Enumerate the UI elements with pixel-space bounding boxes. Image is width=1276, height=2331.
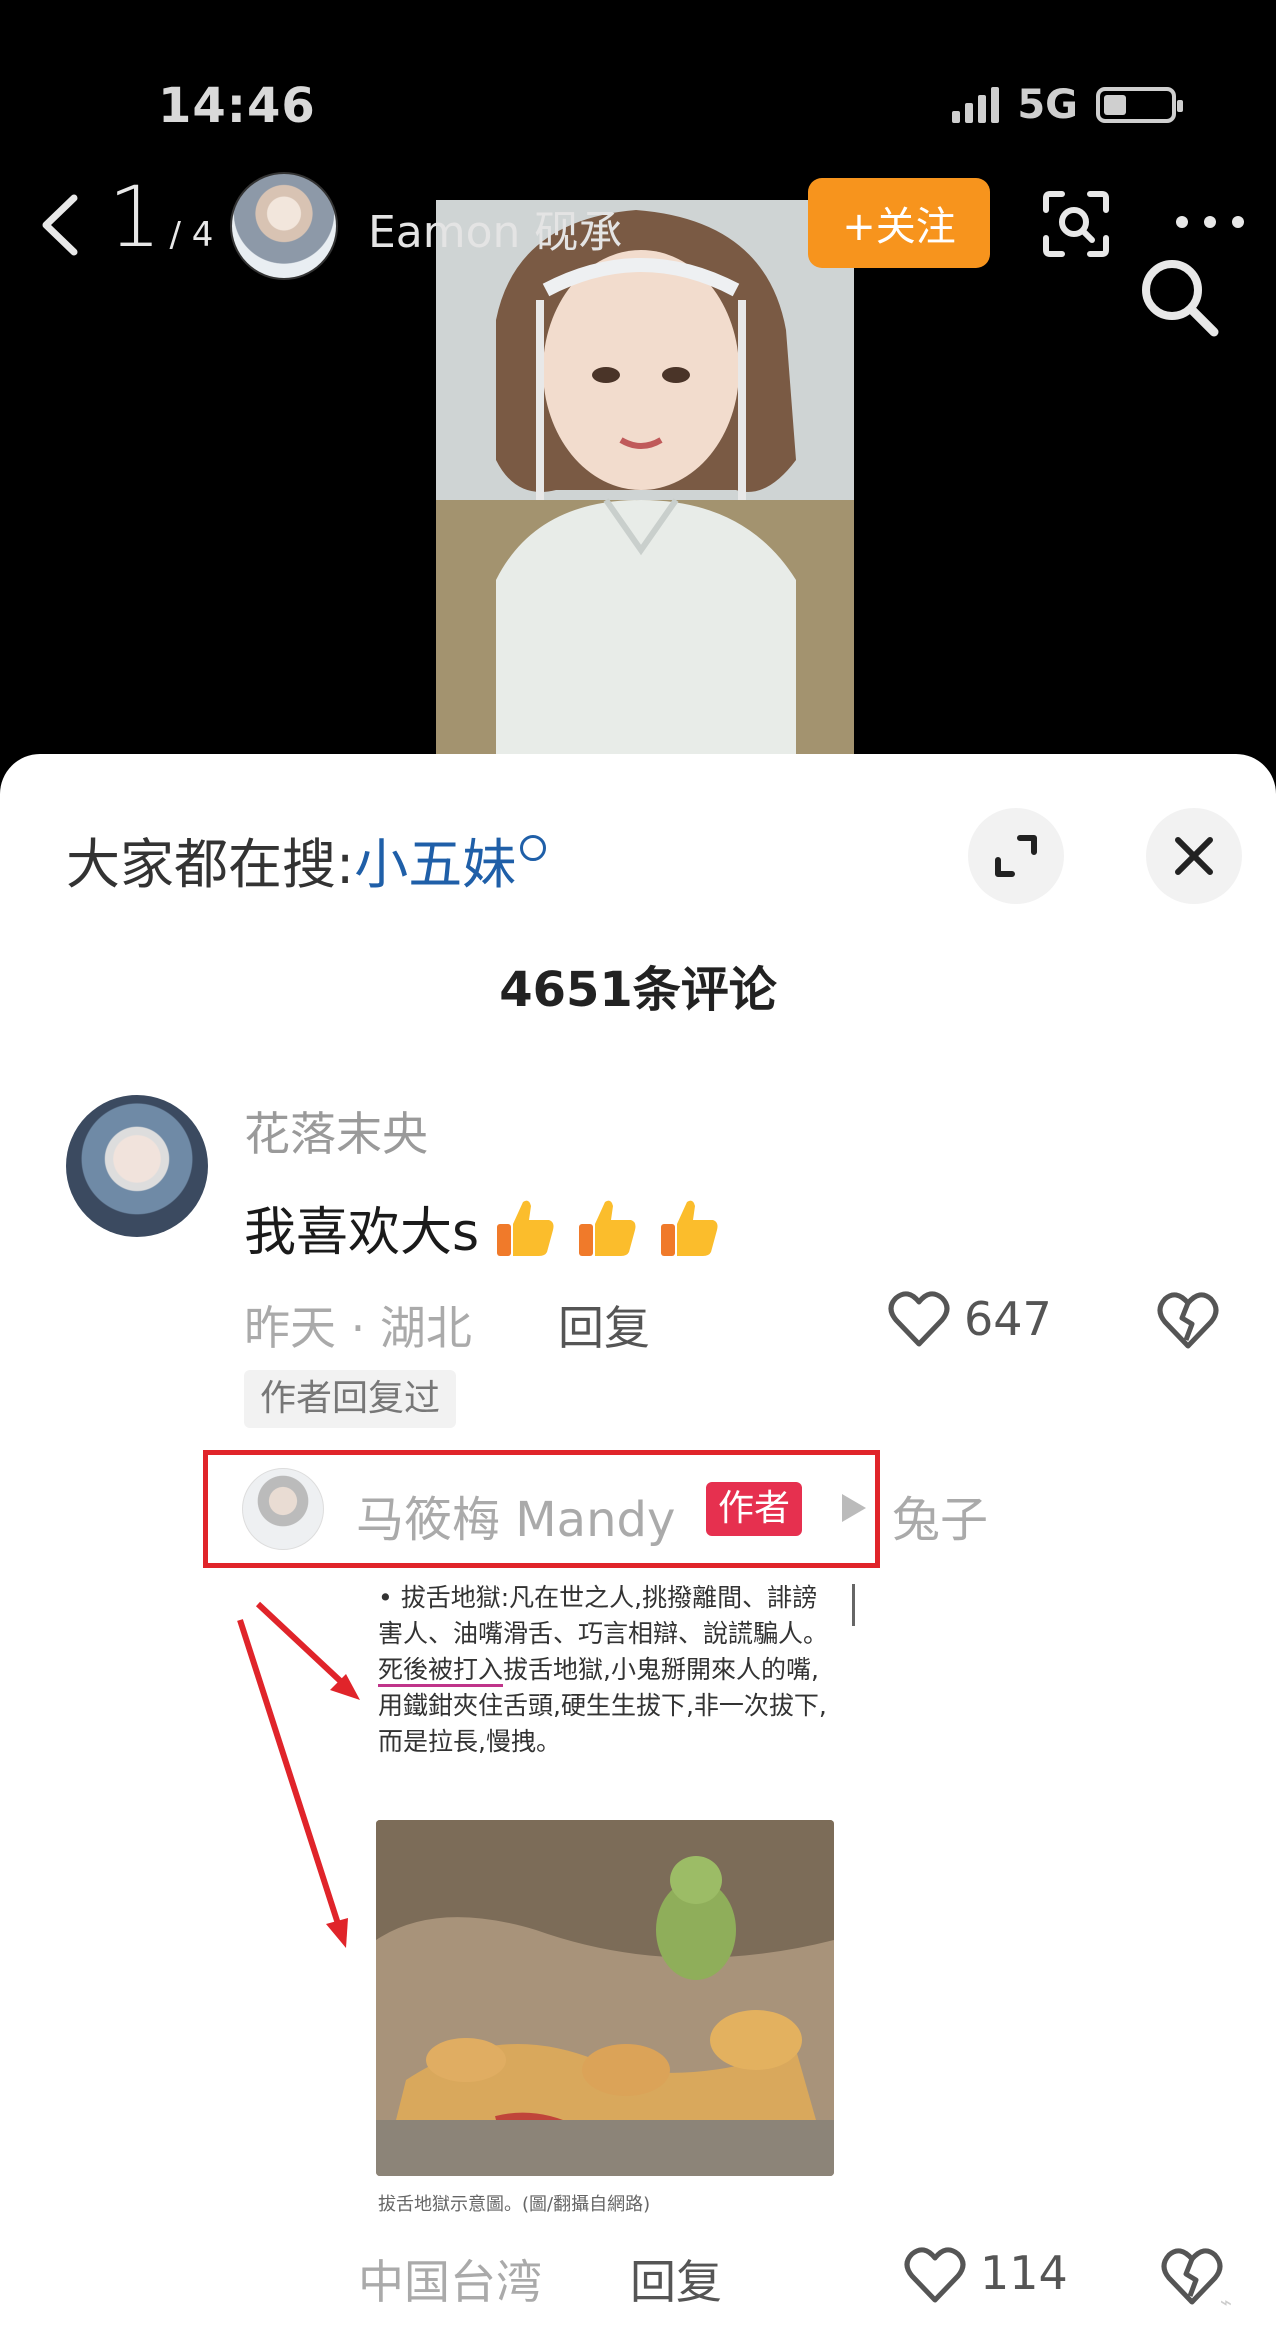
watermark: ⌁ <box>1220 2290 1233 2314</box>
more-button[interactable] <box>1170 192 1250 252</box>
reply-to-arrow-icon <box>842 1494 866 1522</box>
image-caption: 拔舌地獄示意圖。(圖/翻攝自網路) <box>378 2194 651 2215</box>
page-current: 1 <box>108 168 162 266</box>
page-total: / 4 <box>169 215 214 255</box>
scan-icon <box>1043 191 1109 257</box>
reply-image-text: • 拔舌地獄:凡在世之人,挑撥離間、誹謗害人、油嘴滑舌、巧言相辯、說謊騙人。死後… <box>378 1580 838 1760</box>
status-time: 14:46 <box>158 78 316 134</box>
commenter-username[interactable]: 花落末央 <box>244 1098 428 1164</box>
comment-like-count: 647 <box>964 1292 1052 1346</box>
author-name[interactable]: Eamon 砚承 <box>368 196 622 260</box>
more-icon <box>1176 216 1244 228</box>
back-button[interactable] <box>30 190 90 260</box>
reply-text-pre: 拔舌地獄:凡在世之人,挑撥離間、誹謗害人、油嘴滑舌、巧言相辯、說謊騙人。 <box>378 1583 829 1648</box>
author-avatar[interactable] <box>230 172 338 280</box>
thumbs-up-icon <box>579 1200 636 1256</box>
page-indicator: 1 / 4 <box>108 168 213 266</box>
back-icon <box>42 194 78 256</box>
comment-text-body: 我喜欢大s <box>244 1203 480 1263</box>
trending-search-term[interactable]: 小五妹 <box>354 833 516 896</box>
like-button[interactable] <box>888 1290 950 1348</box>
screen: 14:46 5G 1 / 4 Eamon 砚承 +关注 大家都在搜:小五妹 46… <box>0 0 1276 2331</box>
reply-username[interactable]: 马筱梅 Mandy <box>356 1480 675 1550</box>
annotation-arrows <box>237 1601 360 1948</box>
close-icon <box>1175 837 1213 875</box>
reply-avatar[interactable] <box>242 1468 324 1550</box>
thumbs-up-icon <box>661 1200 718 1256</box>
hell-painting-image <box>376 1820 834 2176</box>
text-divider <box>852 1584 855 1626</box>
scan-button[interactable] <box>1040 188 1112 260</box>
reply-location: 中国台湾 <box>358 2255 542 2309</box>
author-replied-tag: 作者回复过 <box>244 1370 457 1428</box>
trending-search[interactable]: 大家都在搜:小五妹 <box>66 820 547 899</box>
dislike-button[interactable] <box>1156 1290 1220 1350</box>
reply-like-button[interactable] <box>904 2246 966 2304</box>
reply-to-username[interactable]: 兔子 <box>892 1480 988 1550</box>
heart-icon <box>888 1291 950 1347</box>
expand-button[interactable] <box>968 808 1064 904</box>
reply-dislike-button[interactable] <box>1160 2246 1224 2306</box>
trending-search-prefix: 大家都在搜: <box>66 833 355 896</box>
network-type: 5G <box>1017 82 1078 128</box>
thumbs-up-icon <box>497 1200 554 1256</box>
reply-image[interactable] <box>376 1820 834 2176</box>
reply-like-count: 114 <box>980 2246 1068 2300</box>
follow-button[interactable]: +关注 <box>808 178 990 268</box>
bullet-icon: • <box>378 1583 401 1612</box>
status-indicators: 5G <box>952 82 1183 128</box>
expand-icon <box>995 835 1037 877</box>
post-photo[interactable] <box>436 200 854 760</box>
broken-heart-icon <box>1157 1292 1219 1349</box>
commenter-avatar[interactable] <box>66 1095 208 1237</box>
search-icon <box>1142 260 1219 337</box>
search-button[interactable] <box>1130 248 1230 348</box>
comment-reply-button[interactable]: 回复 <box>558 1292 650 1358</box>
battery-icon <box>1096 87 1183 123</box>
comment-time-location: 昨天 · 湖北 <box>244 1301 472 1355</box>
author-badge: 作者 <box>706 1482 803 1536</box>
portrait-image <box>436 200 854 760</box>
heart-icon <box>904 2247 966 2303</box>
comment-text: 我喜欢大s <box>244 1190 725 1265</box>
comment-count: 4651条评论 <box>499 962 777 1018</box>
reply-text-underlined: 死後被打入 <box>378 1655 504 1687</box>
close-button[interactable] <box>1146 808 1242 904</box>
small-search-icon <box>520 835 547 861</box>
broken-heart-icon <box>1161 2248 1223 2305</box>
reply-reply-button[interactable]: 回复 <box>630 2246 722 2312</box>
signal-icon <box>952 87 1000 123</box>
